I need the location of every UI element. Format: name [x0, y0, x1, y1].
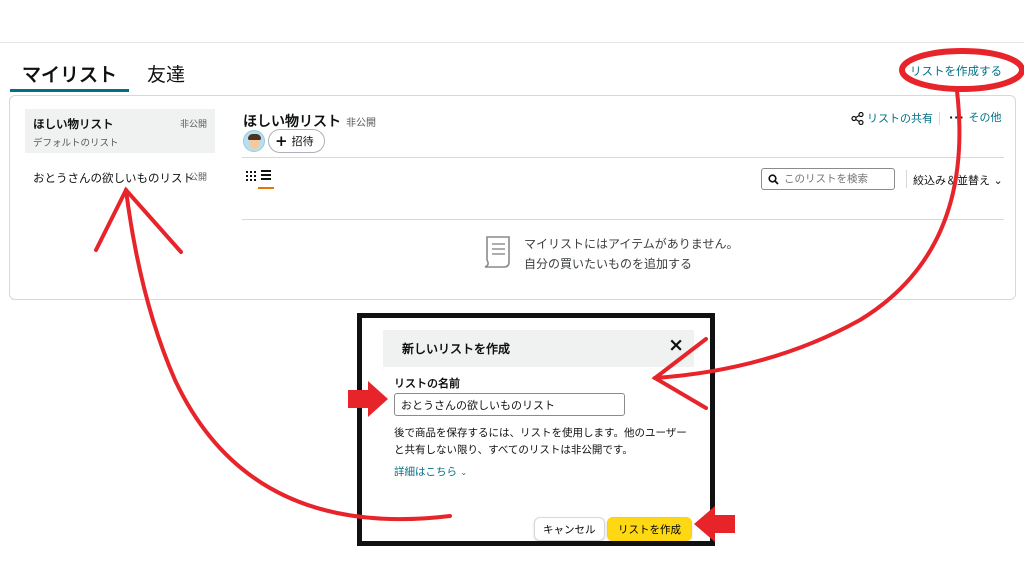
list-title: ほしい物リスト	[243, 114, 341, 130]
filter-separator	[906, 170, 907, 188]
more-dots-icon: ···	[949, 110, 965, 124]
chevron-down-icon: ⌄	[993, 174, 1003, 187]
top-divider	[0, 42, 1024, 43]
filter-sort-label: 絞込み＆並替え	[913, 174, 990, 187]
empty-message-line: 自分の買いたいものを追加する	[524, 257, 693, 271]
search-input[interactable]	[784, 173, 884, 185]
more-label: その他	[968, 111, 1002, 124]
chevron-down-icon: ⌄	[460, 468, 468, 477]
search-icon	[768, 173, 779, 185]
learn-more-label: 詳細はこちら	[394, 466, 457, 478]
privacy-badge: 非公開	[179, 120, 207, 130]
grid-view-icon[interactable]	[246, 171, 256, 181]
more-options-link[interactable]: ··· その他	[949, 109, 1002, 125]
header-separator	[939, 112, 940, 125]
close-icon[interactable]: ×	[668, 336, 684, 355]
list-view-icon[interactable]	[261, 170, 271, 180]
create-list-button[interactable]: リストを作成	[607, 517, 692, 541]
list-privacy-label: 非公開	[346, 118, 376, 129]
learn-more-link[interactable]: 詳細はこちら ⌄	[394, 464, 467, 479]
avatar[interactable]	[243, 130, 265, 152]
invite-button[interactable]: + 招待	[268, 129, 325, 153]
dialog-help-text: 後で商品を保存するには、リストを使用します。他のユーザーと共有しない限り、すべて…	[394, 427, 687, 456]
invite-label: 招待	[291, 135, 314, 148]
sidebar-item-wishlist[interactable]: ほしい物リスト デフォルトのリスト 非公開	[25, 109, 215, 153]
active-view-indicator	[258, 187, 274, 189]
plus-icon: +	[275, 131, 288, 150]
divider	[242, 157, 1004, 158]
create-list-link[interactable]: リストを作成する	[910, 63, 1002, 79]
share-label: リストの共有	[867, 112, 933, 125]
empty-list-message: マイリストにはアイテムがありません。 自分の買いたいものを追加する	[524, 234, 738, 274]
avatar-hair	[248, 134, 261, 140]
document-icon	[484, 236, 510, 268]
tab-mylist[interactable]: マイリスト	[10, 54, 130, 92]
sidebar-item-fathers-list[interactable]: おとうさんの欲しいものリスト 公開	[25, 159, 215, 203]
dialog-title: 新しいリストを作成	[402, 342, 511, 356]
sidebar-item-label: おとうさんの欲しいものリスト	[33, 171, 194, 185]
tab-bar: マイリスト 友達	[10, 54, 197, 94]
create-list-dialog: 新しいリストを作成 × リストの名前 後で商品を保存するには、リストを使用します…	[357, 313, 715, 546]
divider	[242, 219, 1004, 220]
filter-sort-button[interactable]: 絞込み＆並替え ⌄	[913, 172, 1003, 188]
cancel-button[interactable]: キャンセル	[534, 517, 605, 541]
empty-message-line: マイリストにはアイテムがありません。	[524, 237, 739, 251]
list-name-input[interactable]	[394, 393, 625, 416]
list-name-label: リストの名前	[394, 377, 460, 390]
dialog-header: 新しいリストを作成 ×	[383, 330, 694, 367]
list-search-box[interactable]	[761, 168, 895, 190]
sidebar-item-subtitle: デフォルトのリスト	[33, 138, 119, 149]
share-icon	[851, 111, 864, 125]
share-list-link[interactable]: リストの共有	[851, 110, 933, 126]
privacy-badge: 公開	[188, 173, 207, 183]
tab-friends[interactable]: 友達	[135, 54, 197, 92]
list-panel: ほしい物リスト デフォルトのリスト 非公開 おとうさんの欲しいものリスト 公開 …	[9, 95, 1016, 300]
